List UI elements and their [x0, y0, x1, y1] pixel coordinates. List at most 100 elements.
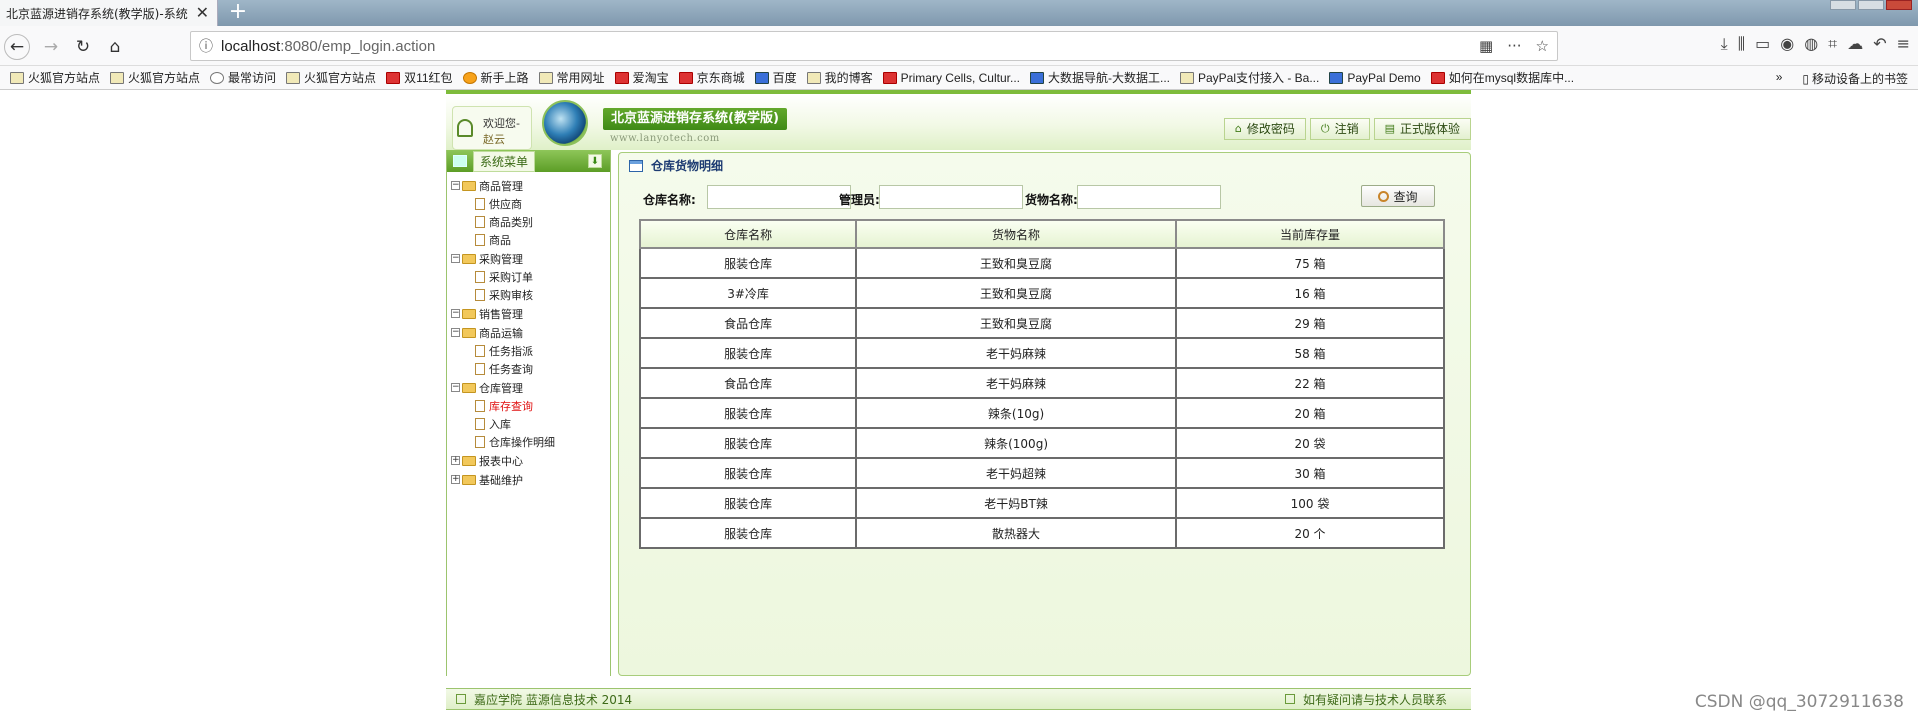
full-version-button[interactable]: ▤ 正式版体验	[1373, 118, 1471, 140]
app-footer: 嘉应学院 蓝源信息技术 2014 如有疑问请与技术人员联系	[446, 688, 1471, 710]
menu-item-task-assign[interactable]: 任务指派	[451, 342, 610, 360]
forward-icon[interactable]: →	[38, 34, 64, 60]
bookmark-item[interactable]: 火狐官方站点	[110, 69, 200, 86]
firefox-icon	[462, 71, 477, 84]
collapse-icon[interactable]: −	[451, 309, 460, 318]
table-cell: 75 箱	[1174, 247, 1446, 279]
goods-name-input[interactable]	[1077, 185, 1221, 209]
chat-icon[interactable]: ☁	[1847, 34, 1863, 54]
menu-group-purchase[interactable]: − 采购管理	[451, 249, 610, 268]
app-header: 欢迎您- 赵云 北京蓝源进销存系统(教学版) www.lanyotech.com…	[446, 90, 1471, 150]
bookmark-item[interactable]: 火狐官方站点	[10, 69, 100, 86]
sidebar-toggle-icon[interactable]: ▭	[1755, 34, 1770, 54]
collapse-icon[interactable]: −	[451, 181, 460, 190]
collapse-icon[interactable]: −	[451, 328, 460, 337]
bookmark-item[interactable]: 大数据导航-大数据工...	[1029, 69, 1170, 86]
menu-item-task-query[interactable]: 任务查询	[451, 360, 610, 378]
site-icon	[1029, 71, 1044, 84]
bookmark-item[interactable]: 最常访问	[210, 69, 276, 86]
page-actions-icon[interactable]: ···	[1507, 37, 1521, 55]
bookmark-item[interactable]: 双11红包	[386, 69, 453, 86]
reload-icon[interactable]: ↻	[70, 34, 96, 60]
bookmark-item[interactable]: 爱淘宝	[614, 69, 669, 86]
table-cell: 服装仓库	[638, 457, 858, 489]
menu-item-goods[interactable]: 商品	[451, 231, 610, 249]
bookmark-item[interactable]: 百度	[754, 69, 797, 86]
crop-icon[interactable]: ⌗	[1828, 34, 1837, 54]
info-icon[interactable]: ⓘ	[191, 36, 221, 56]
globe-icon[interactable]: ◍	[1804, 34, 1818, 54]
table-row: 服装仓库 辣条(10g) 20 箱	[638, 397, 1446, 429]
site-icon	[1179, 71, 1194, 84]
bookmark-item[interactable]: Primary Cells, Cultur...	[882, 71, 1020, 85]
bookmark-star-icon[interactable]: ☆	[1536, 37, 1549, 55]
menu-item-category[interactable]: 商品类别	[451, 213, 610, 231]
menu-group-transport[interactable]: − 商品运输	[451, 323, 610, 342]
download-icon[interactable]: ⤓	[1721, 34, 1728, 54]
table-cell: 食品仓库	[638, 367, 858, 399]
menu-item-purchase-order[interactable]: 采购订单	[451, 268, 610, 286]
menu-group-warehouse[interactable]: − 仓库管理	[451, 378, 610, 397]
browser-tab[interactable]: 北京蓝源进销存系统(教学版)-系统 ✕	[0, 0, 218, 26]
close-window-icon[interactable]	[1886, 0, 1912, 10]
menu-item-stock-in[interactable]: 入库	[451, 415, 610, 433]
back-icon[interactable]: ←	[4, 34, 30, 60]
change-password-button[interactable]: ⌂ 修改密码	[1223, 118, 1306, 140]
menu-item-supplier[interactable]: 供应商	[451, 195, 610, 213]
logout-button[interactable]: ⏻ 注销	[1309, 118, 1370, 140]
bookmark-item[interactable]: 如何在mysql数据库中...	[1430, 69, 1574, 86]
url-bar[interactable]: ⓘ localhost:8080/emp_login.action ▦ ··· …	[190, 31, 1558, 61]
home-icon[interactable]: ⌂	[102, 34, 128, 60]
calendar-icon	[453, 155, 467, 167]
bookmark-item[interactable]: 我的博客	[806, 69, 873, 86]
expand-icon[interactable]: +	[451, 475, 460, 484]
gear-icon	[210, 71, 225, 84]
bookmarks-overflow-icon[interactable]: »	[1776, 70, 1783, 87]
bookmark-item[interactable]: 常用网址	[538, 69, 605, 86]
table-row: 3#冷库 王致和臭豆腐 16 箱	[638, 277, 1446, 309]
logo-icon	[542, 100, 588, 146]
menu-item-warehouse-detail[interactable]: 仓库操作明细	[451, 433, 610, 451]
account-icon[interactable]: ◉	[1780, 34, 1794, 54]
collapse-icon[interactable]: −	[451, 254, 460, 263]
minimize-icon[interactable]	[1830, 0, 1856, 10]
new-tab-icon[interactable]: +	[226, 1, 250, 25]
user-icon	[457, 119, 473, 137]
footer-help: 如有疑问请与技术人员联系	[1302, 692, 1447, 707]
menu-group-basic[interactable]: + 基础维护	[451, 470, 610, 489]
site-icon	[882, 71, 897, 84]
menu-group-sales[interactable]: − 销售管理	[451, 304, 610, 323]
collapse-icon[interactable]: −	[451, 383, 460, 392]
query-button[interactable]: 查询	[1361, 185, 1435, 207]
bookmark-item[interactable]: 新手上路	[462, 69, 529, 86]
bookmark-item[interactable]: 火狐官方站点	[286, 69, 376, 86]
warehouse-name-input[interactable]	[707, 185, 851, 209]
collapse-arrow-icon[interactable]: ⬇	[588, 154, 602, 168]
undo-icon[interactable]: ↶	[1873, 34, 1886, 54]
column-header: 货物名称	[855, 219, 1177, 249]
folder-icon	[462, 455, 476, 466]
manager-input[interactable]	[879, 185, 1023, 209]
library-icon[interactable]: ⫼	[1738, 34, 1745, 54]
bookmark-item[interactable]: 京东商城	[678, 69, 745, 86]
table-row: 服装仓库 辣条(100g) 20 袋	[638, 427, 1446, 459]
table-cell: 老干妈麻辣	[855, 367, 1177, 399]
table-row: 服装仓库 王致和臭豆腐 75 箱	[638, 247, 1446, 279]
menu-icon[interactable]: ≡	[1897, 34, 1910, 54]
close-tab-icon[interactable]: ✕	[196, 3, 209, 22]
qr-code-icon[interactable]: ▦	[1479, 37, 1493, 55]
menu-group-reports[interactable]: + 报表中心	[451, 451, 610, 470]
mobile-bookmarks[interactable]: ▯ 移动设备上的书签	[1802, 70, 1908, 87]
menu-group-goods[interactable]: − 商品管理	[451, 176, 610, 195]
maximize-icon[interactable]	[1858, 0, 1884, 10]
paypal-icon	[1329, 71, 1344, 84]
menu-item-stock-query[interactable]: 库存查询	[451, 397, 610, 415]
bookmark-item[interactable]: PayPal Demo	[1329, 71, 1421, 85]
document-icon	[475, 198, 485, 210]
menu-item-purchase-review[interactable]: 采购审核	[451, 286, 610, 304]
bookmark-item[interactable]: PayPal支付接入 - Ba...	[1179, 69, 1319, 86]
grid-icon: ▤	[1384, 122, 1395, 135]
document-icon	[475, 400, 485, 412]
browser-nav-bar: ← → ↻ ⌂ ⓘ localhost:8080/emp_login.actio…	[0, 26, 1918, 66]
expand-icon[interactable]: +	[451, 456, 460, 465]
